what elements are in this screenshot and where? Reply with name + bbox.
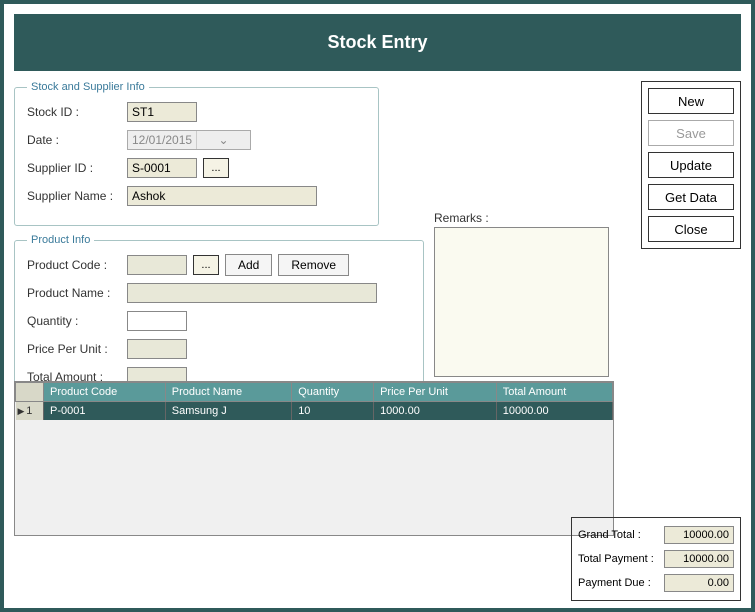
price-label: Price Per Unit : (27, 342, 127, 356)
product-browse-button[interactable]: ... (193, 255, 219, 275)
col-product-name[interactable]: Product Name (165, 383, 291, 402)
new-button[interactable]: New (648, 88, 734, 114)
stock-id-input[interactable] (127, 102, 197, 122)
add-button[interactable]: Add (225, 254, 272, 276)
payment-due-field[interactable] (664, 574, 734, 592)
quantity-input[interactable] (127, 311, 187, 331)
action-button-panel: New Save Update Get Data Close (641, 81, 741, 249)
date-picker[interactable]: 12/01/2015 ⌄ (127, 130, 251, 150)
cell-qty[interactable]: 10 (292, 402, 374, 421)
cell-price[interactable]: 1000.00 (374, 402, 497, 421)
window-title: Stock Entry (327, 32, 427, 52)
close-button[interactable]: Close (648, 216, 734, 242)
totals-panel: Grand Total : Total Payment : Payment Du… (571, 517, 741, 601)
supplier-browse-button[interactable]: ... (203, 158, 229, 178)
grand-total-label: Grand Total : (578, 529, 664, 541)
row-indicator: ▶1 (16, 402, 44, 421)
stock-legend: Stock and Supplier Info (27, 81, 149, 93)
product-legend: Product Info (27, 234, 94, 246)
grand-total-field[interactable] (664, 526, 734, 544)
row-header-col (16, 383, 44, 402)
supplier-name-label: Supplier Name : (27, 189, 127, 203)
remove-button[interactable]: Remove (278, 254, 349, 276)
cell-total[interactable]: 10000.00 (496, 402, 612, 421)
remarks-textarea[interactable] (434, 227, 609, 377)
stock-id-label: Stock ID : (27, 105, 127, 119)
total-payment-field[interactable] (664, 550, 734, 568)
current-row-icon: ▶ (18, 406, 25, 417)
payment-due-label: Payment Due : (578, 577, 664, 589)
stock-supplier-fieldset: Stock and Supplier Info Stock ID : Date … (14, 81, 379, 226)
save-button[interactable]: Save (648, 120, 734, 146)
table-row[interactable]: ▶1 P-0001 Samsung J 10 1000.00 10000.00 (16, 402, 613, 421)
chevron-down-icon[interactable]: ⌄ (196, 131, 250, 149)
supplier-id-label: Supplier ID : (27, 161, 127, 175)
product-code-label: Product Code : (27, 258, 127, 272)
table-header-row: Product Code Product Name Quantity Price… (16, 383, 613, 402)
title-bar: Stock Entry (14, 14, 741, 71)
product-name-input[interactable] (127, 283, 377, 303)
supplier-id-input[interactable] (127, 158, 197, 178)
product-grid[interactable]: Product Code Product Name Quantity Price… (14, 381, 614, 536)
product-code-input[interactable] (127, 255, 187, 275)
date-label: Date : (27, 133, 127, 147)
price-input[interactable] (127, 339, 187, 359)
col-total[interactable]: Total Amount (496, 383, 612, 402)
col-price[interactable]: Price Per Unit (374, 383, 497, 402)
get-data-button[interactable]: Get Data (648, 184, 734, 210)
remarks-block: Remarks : (434, 211, 609, 380)
remarks-label: Remarks : (434, 211, 609, 225)
product-table: Product Code Product Name Quantity Price… (15, 382, 613, 420)
product-name-label: Product Name : (27, 286, 127, 300)
supplier-name-input[interactable] (127, 186, 317, 206)
cell-name[interactable]: Samsung J (165, 402, 291, 421)
content-area: Stock and Supplier Info Stock ID : Date … (4, 81, 751, 611)
col-product-code[interactable]: Product Code (44, 383, 166, 402)
stock-entry-window: Stock Entry Stock and Supplier Info Stoc… (0, 0, 755, 612)
date-value: 12/01/2015 (128, 133, 196, 147)
cell-code[interactable]: P-0001 (44, 402, 166, 421)
update-button[interactable]: Update (648, 152, 734, 178)
quantity-label: Quantity : (27, 314, 127, 328)
total-payment-label: Total Payment : (578, 553, 664, 565)
col-quantity[interactable]: Quantity (292, 383, 374, 402)
